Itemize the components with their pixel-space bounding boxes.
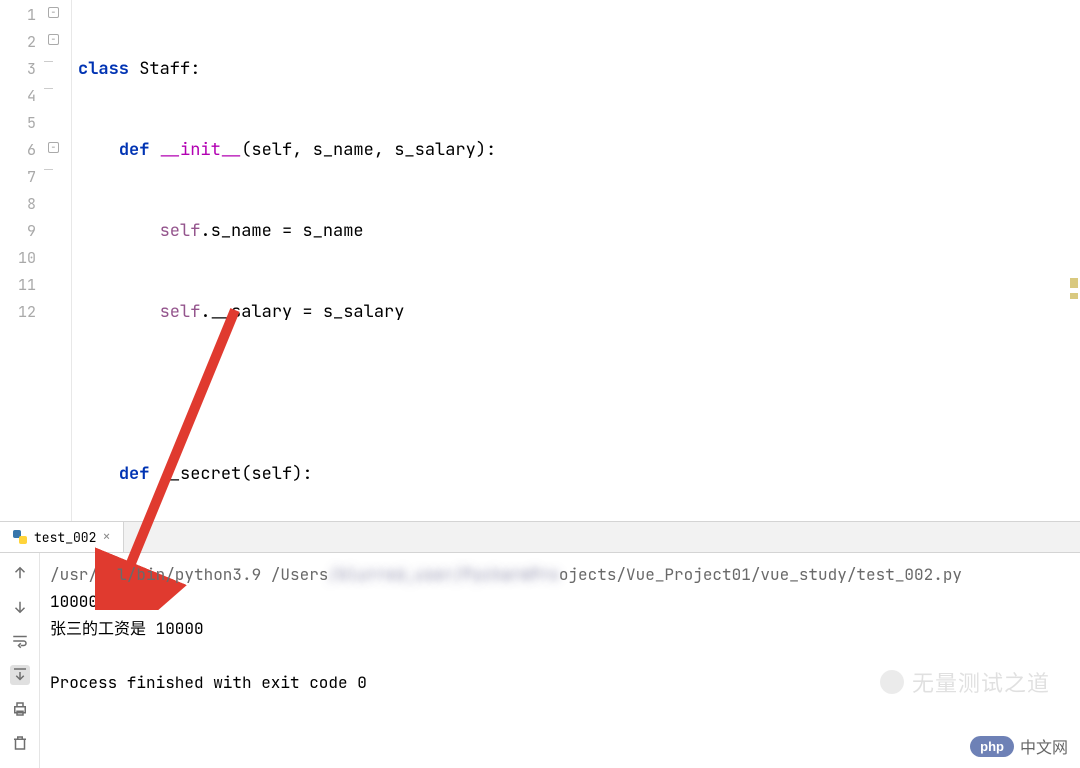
line-number: 7 <box>0 164 44 191</box>
scroll-to-end-icon[interactable] <box>10 665 30 685</box>
watermark-label: 无量测试之道 <box>912 666 1050 698</box>
fold-toggle-icon[interactable]: − <box>48 7 59 18</box>
console-line: l/bin/python3.9 /Users <box>117 564 328 585</box>
line-number: 11 <box>0 272 44 299</box>
console-line: 10000 <box>50 591 98 612</box>
fn-params: (self): <box>241 463 312 485</box>
fn-params: (self, s_name, s_salary): <box>241 139 496 161</box>
print-icon[interactable] <box>10 699 30 719</box>
console-toolbar <box>0 553 40 768</box>
fold-toggle-icon[interactable]: − <box>48 34 59 45</box>
scrollbar-mark-warning[interactable] <box>1070 278 1078 288</box>
run-tab-label: test_002 <box>34 529 96 546</box>
line-number: 8 <box>0 191 44 218</box>
code-editor[interactable]: 1 2 3 4 5 6 7 8 9 10 11 12 − − − class S… <box>0 0 1080 521</box>
assign: .s_name = s_name <box>200 220 363 242</box>
run-tool-window: /usr/lol/bin/python3.9 /Users/blurred_us… <box>0 553 1080 768</box>
soft-wrap-icon[interactable] <box>10 631 30 651</box>
scroll-down-icon[interactable] <box>10 597 30 617</box>
line-number: 2 <box>0 29 44 56</box>
fn-name: __init__ <box>160 139 242 161</box>
run-tab[interactable]: test_002 × <box>0 522 124 552</box>
fold-gutter: − − − <box>44 0 72 521</box>
fold-guide <box>44 169 53 196</box>
console-line: /usr/lo <box>50 564 117 585</box>
kw-def: def <box>119 139 150 161</box>
line-number-gutter: 1 2 3 4 5 6 7 8 9 10 11 12 <box>0 0 44 521</box>
line-number: 6 <box>0 137 44 164</box>
close-icon[interactable]: × <box>102 528 110 546</box>
class-name: Staff <box>139 58 190 80</box>
run-tab-bar: test_002 × <box>0 521 1080 553</box>
watermark-badge-text: 中文网 <box>1020 734 1068 758</box>
python-icon <box>12 529 28 545</box>
console-output[interactable]: /usr/lol/bin/python3.9 /Users/blurred_us… <box>40 553 1080 768</box>
line-number: 10 <box>0 245 44 272</box>
watermark-badge: php 中文网 <box>970 734 1068 758</box>
watermark-text: 无量测试之道 <box>880 666 1050 698</box>
line-number: 1 <box>0 2 44 29</box>
php-badge-icon: php <box>970 736 1014 757</box>
watermark-logo-icon <box>880 670 904 694</box>
console-line: ojects/Vue_Project01/vue_study/test_002.… <box>559 564 962 585</box>
kw-def: def <box>119 463 150 485</box>
console-line: 张三的工资是 10000 <box>50 618 204 639</box>
fold-toggle-icon[interactable]: − <box>48 142 59 153</box>
line-number: 5 <box>0 110 44 137</box>
scrollbar-mark-warning[interactable] <box>1070 293 1078 299</box>
kw-class: class <box>78 58 129 80</box>
line-number: 4 <box>0 83 44 110</box>
console-blurred-path: /blurred_user/PycharmPro <box>328 564 558 585</box>
line-number: 9 <box>0 218 44 245</box>
assign: .__salary = s_salary <box>200 301 404 323</box>
scroll-up-icon[interactable] <box>10 563 30 583</box>
fold-guide <box>44 61 53 88</box>
console-line: Process finished with exit code 0 <box>50 672 367 693</box>
colon: : <box>190 58 200 80</box>
line-number: 12 <box>0 299 44 326</box>
line-number: 3 <box>0 56 44 83</box>
fold-guide <box>44 88 53 115</box>
trash-icon[interactable] <box>10 733 30 753</box>
fn-name: __secret <box>160 463 242 485</box>
self-kw: self <box>160 301 201 323</box>
code-area[interactable]: class Staff: def __init__(self, s_name, … <box>72 0 1080 521</box>
self-kw: self <box>160 220 201 242</box>
